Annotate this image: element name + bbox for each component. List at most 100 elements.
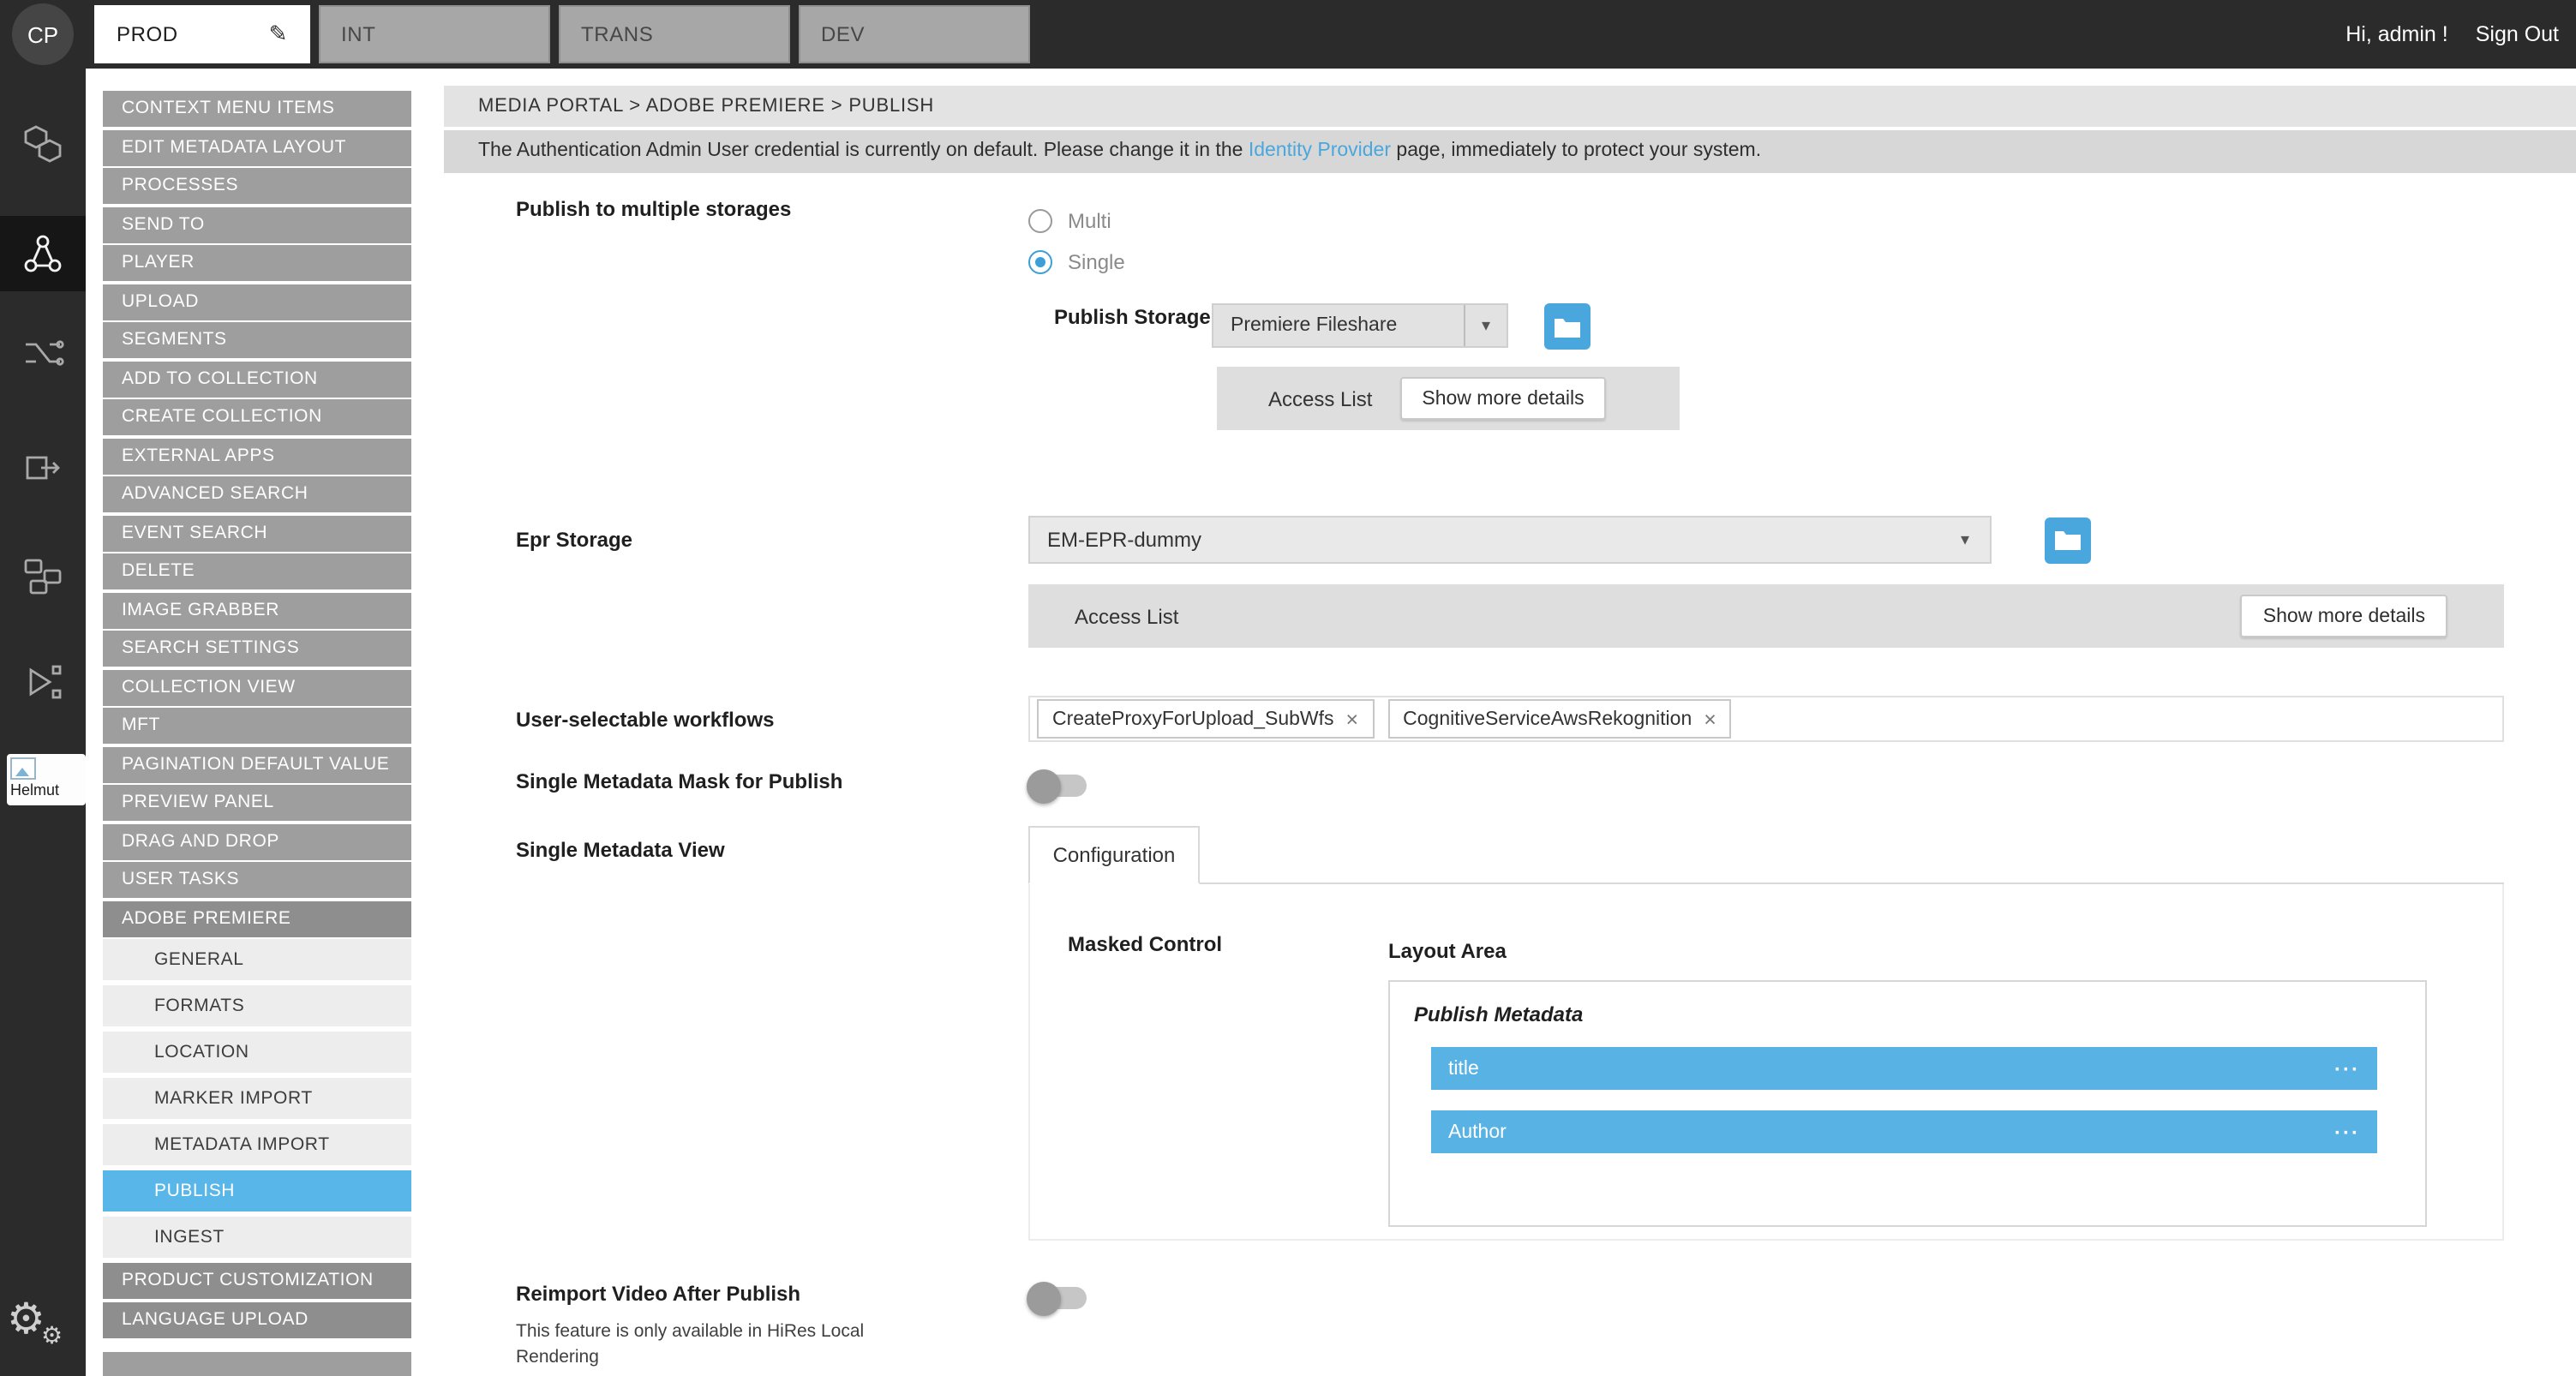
single-mask-toggle[interactable] [1028,775,1087,797]
helmut-logo[interactable]: Helmut [7,754,86,805]
sidebar-item-upload[interactable]: UPLOAD [103,284,411,320]
chevron-down-icon[interactable]: ▾ [1961,530,1990,549]
groups-icon[interactable] [0,553,86,598]
settings-gear-icon[interactable]: ⚙ ⚙ [7,1299,45,1342]
sidebar-section-adobe-premiere[interactable]: ADOBE PREMIERE [103,900,411,936]
layout-area-box: Publish Metadata title ··· Author ··· [1388,980,2427,1227]
radio-option-multi[interactable]: Multi [1028,200,1680,242]
access-list-label: Access List [1075,604,1178,628]
sidebar-item-processes[interactable]: PROCESSES [103,168,411,204]
identity-provider-link[interactable]: Identity Provider [1249,141,1391,161]
sidebar-item-edit-metadata-layout[interactable]: EDIT METADATA LAYOUT [103,129,411,165]
sidebar-item-event-search[interactable]: EVENT SEARCH [103,515,411,551]
folder-icon [2055,529,2081,550]
player-nodes-icon[interactable] [0,660,86,704]
sidebar-section-product-customization[interactable]: PRODUCT CUSTOMIZATION [103,1263,411,1299]
radio-multi-label: Multi [1068,209,1111,233]
tab-int-label: INT [341,22,375,46]
epr-storage-select[interactable]: EM-EPR-dummy ▾ [1028,516,1992,564]
workflows-icon[interactable] [0,216,86,291]
show-more-details-button[interactable]: Show more details [2241,595,2447,637]
edit-pen-icon[interactable]: ✎ [269,21,288,48]
masked-control-label: Masked Control [1030,932,1388,1239]
publish-settings-form: Publish to multiple storages Multi Singl… [444,173,2576,1370]
sidebar-item-advanced-search[interactable]: ADVANCED SEARCH [103,476,411,512]
more-options-icon[interactable]: ··· [2334,1056,2377,1080]
sidebar-item-delete[interactable]: DELETE [103,553,411,589]
sidebar-item-context-menu-items[interactable]: CONTEXT MENU ITEMS [103,91,411,127]
metadata-field-author[interactable]: Author ··· [1431,1110,2377,1153]
tab-int[interactable]: INT [319,5,550,63]
sidebar-subitem-marker-import[interactable]: MARKER IMPORT [103,1078,411,1119]
radio-single-icon[interactable] [1028,250,1052,274]
show-more-details-button[interactable]: Show more details [1399,377,1606,420]
warning-text-before: The Authentication Admin User credential… [478,141,1249,161]
sidebar-subitem-general[interactable]: GENERAL [103,939,411,980]
toggle-knob[interactable] [1027,1281,1061,1315]
sidebar-item-mft[interactable]: MFT [103,708,411,744]
sidebar-item-player[interactable]: PLAYER [103,245,411,281]
sidebar-item-drag-and-drop[interactable]: DRAG AND DROP [103,823,411,859]
epr-storage-value: EM-EPR-dummy [1030,528,1961,552]
warning-text-after: page, immediately to protect your system… [1391,141,1761,161]
workflow-tag[interactable]: CognitiveServiceAwsRekognition × [1387,699,1732,739]
sidebar-item-image-grabber[interactable]: IMAGE GRABBER [103,592,411,628]
single-view-label: Single Metadata View [516,824,1028,1241]
row-publish-multiple: Publish to multiple storages Multi Singl… [516,197,2576,430]
sidebar-item-create-collection[interactable]: CREATE COLLECTION [103,399,411,435]
sidebar-item-segments[interactable]: SEGMENTS [103,322,411,358]
assets-icon[interactable] [0,122,86,166]
tab-configuration[interactable]: Configuration [1028,826,1200,884]
tab-prod[interactable]: PROD ✎ [94,5,310,63]
workflows-label: User-selectable workflows [516,696,1028,742]
workflow-tag[interactable]: CreateProxyForUpload_SubWfs × [1037,699,1374,739]
tab-prod-label: PROD [117,22,178,46]
publish-storage-label: Publish Storage [1054,303,1212,350]
tab-trans[interactable]: TRANS [559,5,790,63]
view-tabs: Configuration [1028,824,2504,884]
layout-area-label: Layout Area [1388,939,2502,963]
sidebar-item-partial[interactable] [103,1351,411,1376]
sidebar-item-user-tasks[interactable]: USER TASKS [103,862,411,898]
browse-epr-storage-button[interactable] [2045,517,2091,563]
publish-storage-select[interactable]: Premiere Fileshare ▾ [1212,303,1508,348]
sidebar-subitem-location[interactable]: LOCATION [103,1032,411,1073]
top-bar: CP PROD ✎ INT TRANS DEV Hi, admin ! Sign… [0,0,2576,69]
metadata-field-title[interactable]: title ··· [1431,1047,2377,1090]
sidebar-item-preview-panel[interactable]: PREVIEW PANEL [103,785,411,821]
sidebar-subitem-publish[interactable]: PUBLISH [103,1170,411,1211]
row-reimport: Reimport Video After Publish This featur… [516,1282,2576,1370]
sidebar-item-add-to-collection[interactable]: ADD TO COLLECTION [103,361,411,397]
export-box-icon[interactable] [0,444,86,488]
publish-multiple-label: Publish to multiple storages [516,197,1028,430]
chevron-down-icon[interactable]: ▾ [1464,305,1507,346]
sidebar-item-search-settings[interactable]: SEARCH SETTINGS [103,631,411,667]
sidebar-section-language-upload[interactable]: LANGUAGE UPLOAD [103,1301,411,1337]
environment-tabs: PROD ✎ INT TRANS DEV [94,5,1030,63]
sidebar-subitem-metadata-import[interactable]: METADATA IMPORT [103,1124,411,1165]
publish-metadata-label: Publish Metadata [1411,1002,2391,1026]
sidebar-item-external-apps[interactable]: EXTERNAL APPS [103,438,411,474]
sidebar-subitem-formats[interactable]: FORMATS [103,985,411,1026]
remove-tag-icon[interactable]: × [1704,707,1716,731]
sidebar-subitem-ingest[interactable]: INGEST [103,1217,411,1258]
workflows-input[interactable]: CreateProxyForUpload_SubWfs × CognitiveS… [1028,696,2504,742]
sidebar-item-pagination-default-value[interactable]: PAGINATION DEFAULT VALUE [103,746,411,782]
reimport-toggle[interactable] [1028,1287,1087,1309]
toggle-knob[interactable] [1027,769,1061,803]
reimport-help-text: This feature is only available in HiRes … [516,1319,919,1370]
more-options-icon[interactable]: ··· [2334,1120,2377,1144]
main-content: MEDIA PORTAL > ADOBE PREMIERE > PUBLISH … [444,69,2576,1376]
sidebar-item-collection-view[interactable]: COLLECTION VIEW [103,669,411,705]
configuration-panel: Masked Control Layout Area Publish Metad… [1028,884,2504,1241]
connections-icon[interactable] [0,331,86,375]
remove-tag-icon[interactable]: × [1346,707,1359,731]
radio-multi-icon[interactable] [1028,209,1052,233]
avatar[interactable]: CP [12,3,74,65]
tab-dev[interactable]: DEV [799,5,1030,63]
browse-publish-storage-button[interactable] [1544,303,1591,350]
epr-access-bar: Access List Show more details [1028,584,2504,648]
radio-option-single[interactable]: Single [1028,242,1680,283]
sidebar-item-send-to[interactable]: SEND TO [103,206,411,242]
sign-out-link[interactable]: Sign Out [2476,22,2559,46]
